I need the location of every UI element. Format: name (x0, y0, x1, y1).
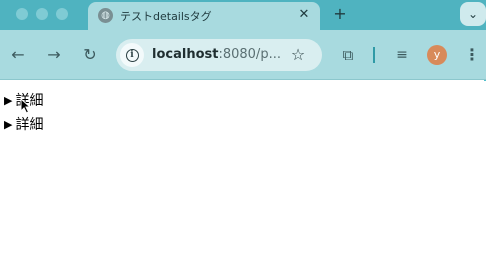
bookmark-star-icon[interactable]: ☆ (288, 45, 308, 65)
url-text[interactable]: localhost:8080/p... (152, 47, 281, 62)
tab-strip: ◍ テストdetailsタグ ✕ + ⌄ (0, 0, 486, 30)
tab-close-icon[interactable]: ✕ (296, 7, 312, 23)
page-content: ▶ 詳細 ▶ 詳細 (0, 81, 486, 260)
extensions-puzzle-icon[interactable]: ⧉ (337, 44, 359, 66)
disclosure-triangle-icon: ▶ (4, 93, 13, 107)
more-menu-icon[interactable]: ⋮ (463, 44, 481, 66)
url-host: localhost (152, 47, 219, 62)
mouse-pointer-icon (20, 98, 32, 114)
toolbar: ← → ↻ i localhost:8080/p... ☆ ⧉ ≡ y ⋮ (0, 30, 486, 80)
forward-arrow-icon[interactable]: → (43, 44, 65, 66)
address-bar[interactable]: i localhost:8080/p... ☆ (116, 39, 322, 71)
summary-label: 詳細 (15, 117, 44, 133)
profile-avatar[interactable]: y (427, 45, 447, 65)
tab-search-icon[interactable]: ⌄ (460, 2, 486, 26)
media-controls-icon[interactable]: ≡ (391, 44, 413, 66)
active-tab[interactable]: ◍ テストdetailsタグ ✕ (88, 2, 320, 30)
window-close-dot[interactable] (16, 8, 28, 20)
site-info-button[interactable]: i (120, 43, 144, 67)
details-summary[interactable]: ▶ 詳細 (4, 114, 43, 134)
window-zoom-dot[interactable] (56, 8, 68, 20)
toolbar-separator (373, 47, 375, 63)
globe-icon: ◍ (98, 8, 113, 23)
tab-title: テストdetailsタグ (120, 10, 212, 23)
new-tab-icon[interactable]: + (330, 4, 350, 24)
reload-icon[interactable]: ↻ (79, 44, 101, 66)
window-minimize-dot[interactable] (36, 8, 48, 20)
url-path: :8080/p... (218, 47, 281, 62)
browser-window: ◍ テストdetailsタグ ✕ + ⌄ ← → ↻ i localhost:8… (0, 0, 486, 260)
disclosure-triangle-icon: ▶ (4, 117, 13, 131)
back-arrow-icon[interactable]: ← (7, 44, 29, 66)
info-icon: i (125, 48, 139, 62)
